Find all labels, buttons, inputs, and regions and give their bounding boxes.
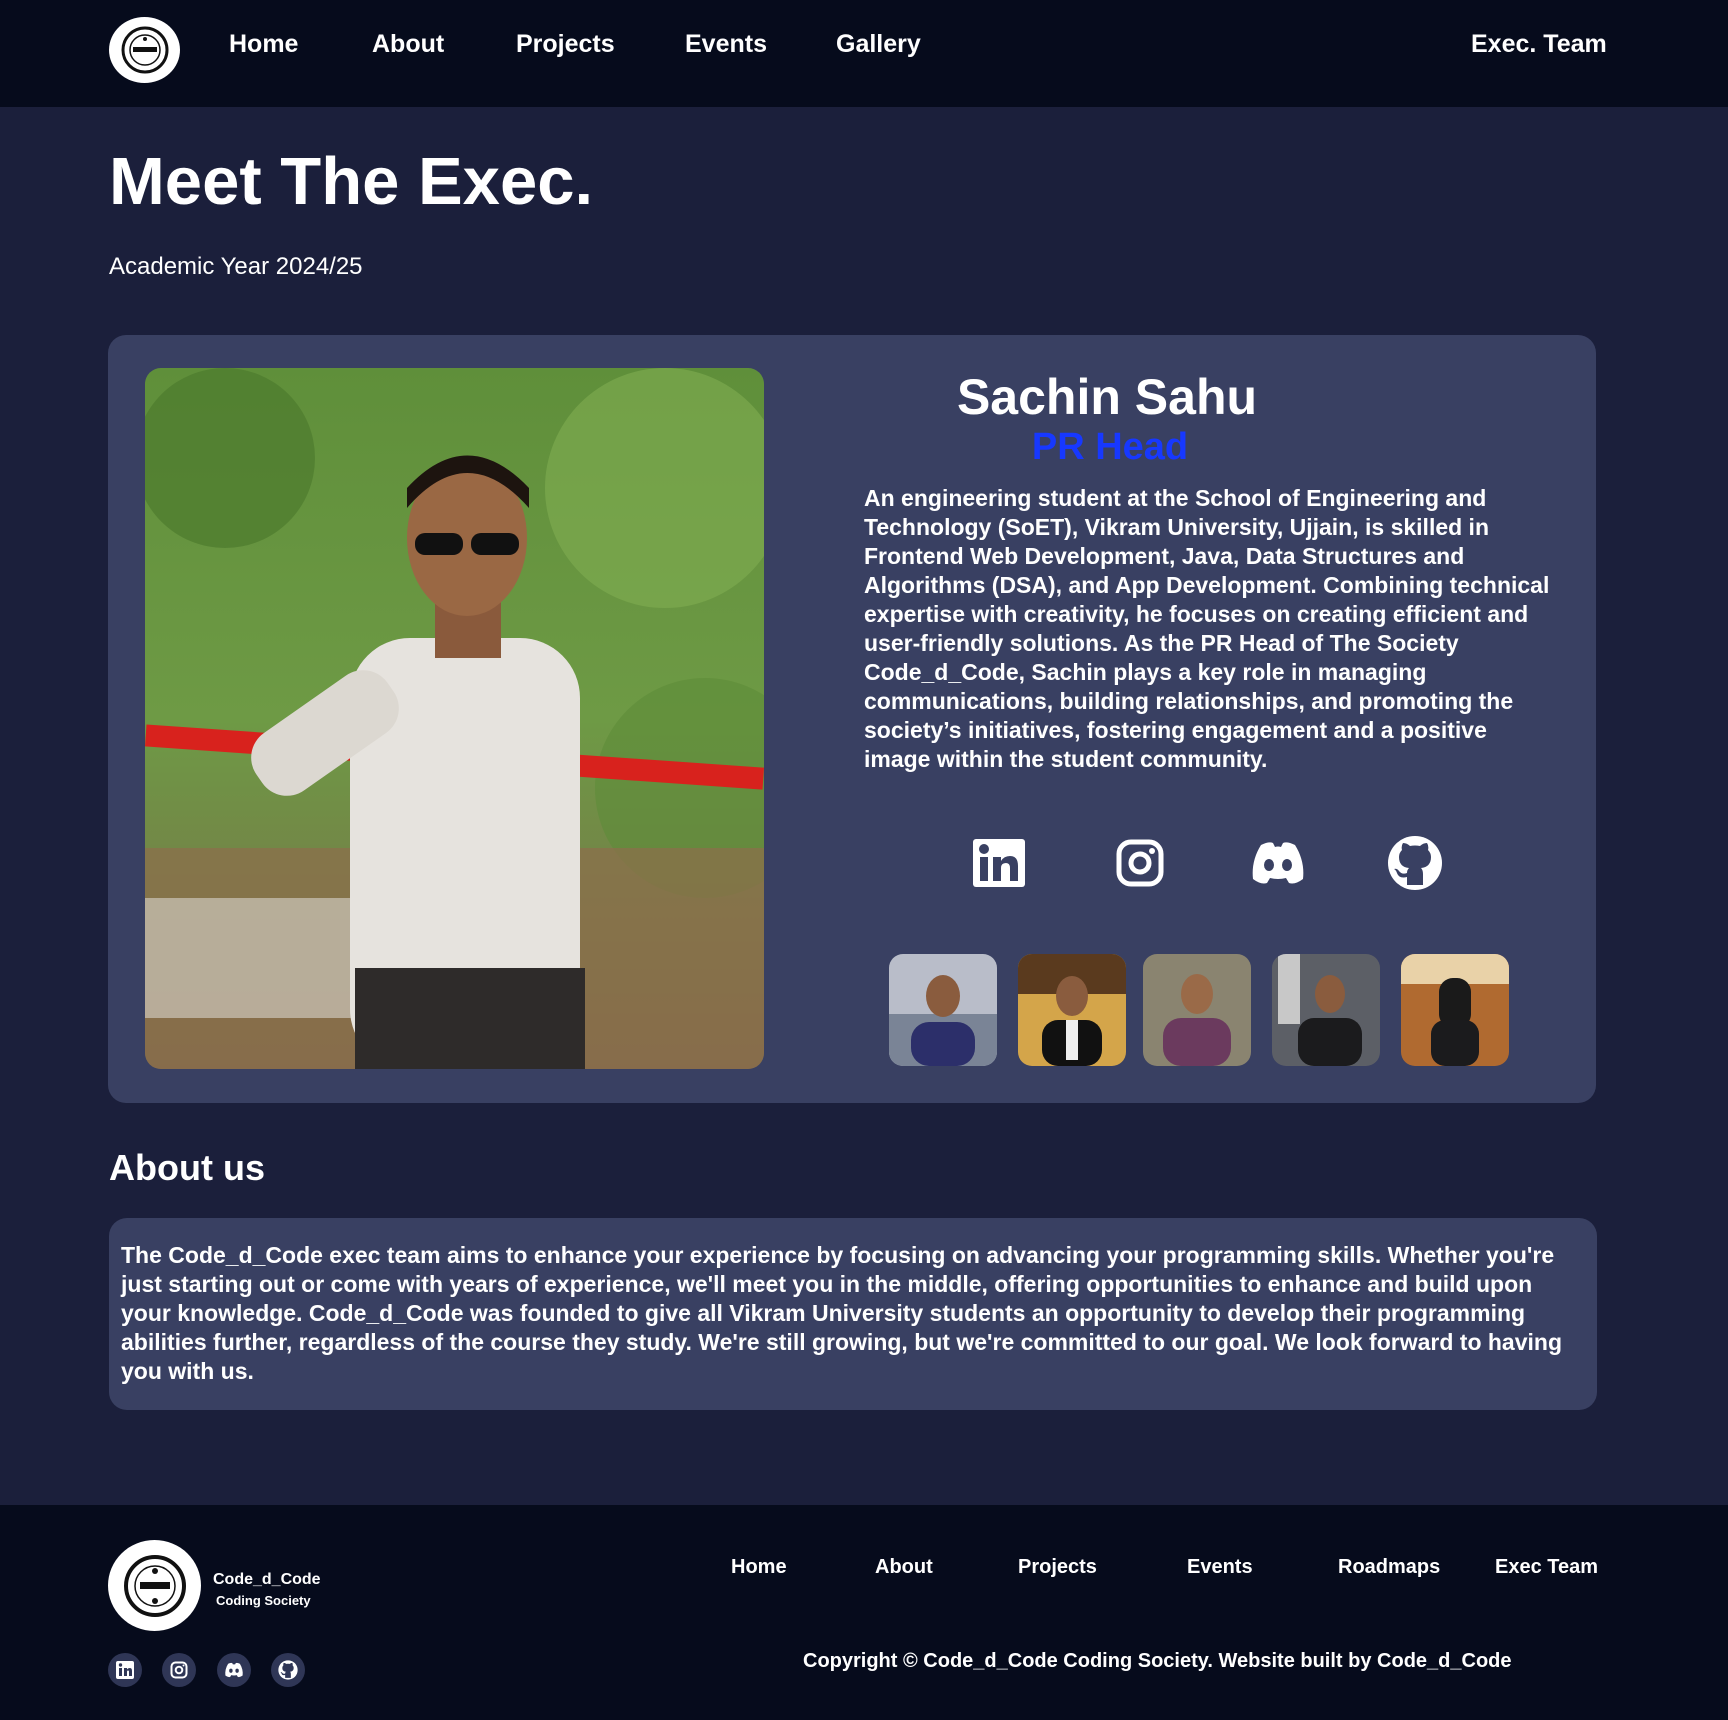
exec-profile-card: Sachin Sahu PR Head An engineering stude… (108, 335, 1596, 1103)
footer-logo-icon[interactable] (108, 1540, 201, 1631)
copyright-text: Copyright © Code_d_Code Coding Society. … (803, 1650, 1512, 1672)
page-title: Meet The Exec. (109, 144, 594, 219)
instagram-icon[interactable] (162, 1653, 196, 1687)
footer-brand: Code_d_Code (213, 1571, 321, 1588)
footer-events-link[interactable]: Events (1187, 1556, 1253, 1579)
team-thumbnail[interactable] (1401, 954, 1509, 1066)
member-bio: An engineering student at the School of … (864, 485, 1550, 772)
instagram-icon[interactable] (1111, 834, 1169, 892)
footer-roadmaps-link[interactable]: Roadmaps (1338, 1556, 1440, 1579)
nav-projects-link[interactable]: Projects (516, 30, 615, 59)
discord-icon[interactable] (217, 1653, 251, 1687)
nav-exec-team-link[interactable]: Exec. Team (1471, 30, 1607, 59)
nav-gallery-link[interactable]: Gallery (836, 30, 921, 59)
member-role: PR Head (1031, 426, 1189, 468)
footer-exec-team-link[interactable]: Exec Team (1495, 1556, 1598, 1579)
about-text: The Code_d_Code exec team aims to enhanc… (121, 1242, 1563, 1384)
team-thumbnails (889, 954, 1509, 1066)
discord-icon[interactable] (1249, 834, 1307, 892)
about-heading: About us (109, 1147, 265, 1188)
footer-about-link[interactable]: About (875, 1556, 933, 1579)
footer-tagline: Coding Society (216, 1593, 311, 1608)
team-thumbnail[interactable] (1018, 954, 1126, 1066)
about-box: The Code_d_Code exec team aims to enhanc… (109, 1218, 1597, 1410)
footer-home-link[interactable]: Home (731, 1556, 787, 1579)
member-photo (145, 368, 764, 1069)
member-name: Sachin Sahu (956, 369, 1258, 425)
top-navbar: Home About Projects Events Gallery Exec.… (0, 0, 1728, 107)
club-logo-icon[interactable] (109, 17, 180, 83)
github-icon[interactable] (271, 1653, 305, 1687)
nav-home-link[interactable]: Home (229, 30, 298, 59)
footer: Code_d_Code Coding Society Home About Pr… (0, 1505, 1728, 1720)
nav-about-link[interactable]: About (372, 30, 444, 59)
team-thumbnail[interactable] (1143, 954, 1251, 1066)
nav-events-link[interactable]: Events (685, 30, 767, 59)
team-thumbnail[interactable] (889, 954, 997, 1066)
member-social-links (970, 834, 1570, 894)
linkedin-icon[interactable] (108, 1653, 142, 1687)
github-icon[interactable] (1386, 834, 1444, 892)
team-thumbnail[interactable] (1272, 954, 1380, 1066)
academic-year-subtitle: Academic Year 2024/25 (109, 253, 363, 280)
footer-projects-link[interactable]: Projects (1018, 1556, 1097, 1579)
linkedin-icon[interactable] (970, 834, 1028, 892)
